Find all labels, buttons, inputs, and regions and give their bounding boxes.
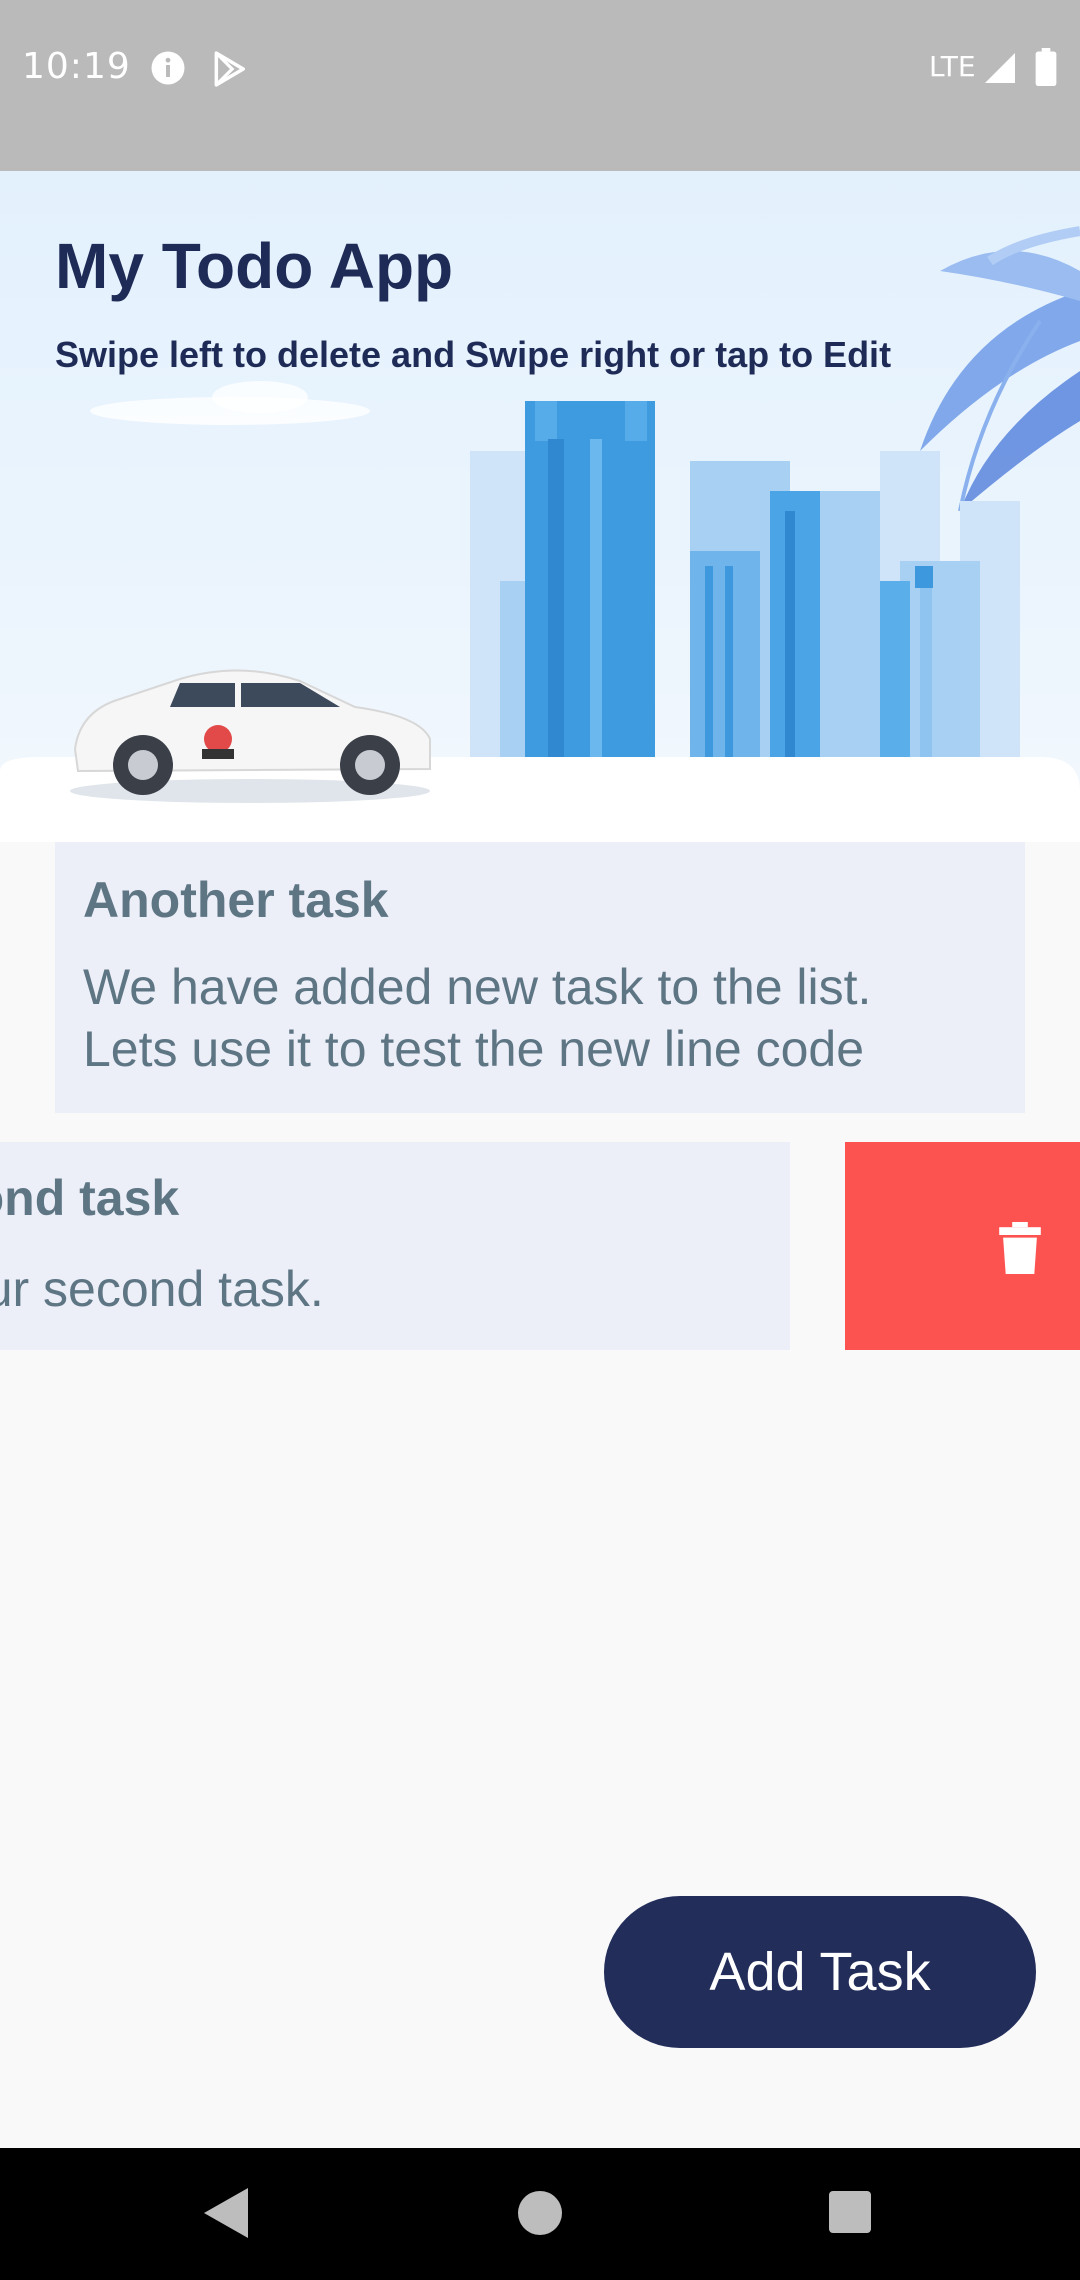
task-title: Another task [83,872,389,928]
status-bar: 10:19 LTE [0,0,1080,171]
task-description-line: s our second task. [0,1260,324,1317]
play-store-icon [214,51,245,87]
swipe-delete-background[interactable] [845,1142,1080,1350]
car-illustration [70,669,431,803]
status-time: 10:19 [22,46,131,87]
recents-icon[interactable] [829,2191,871,2233]
info-icon [151,51,185,85]
trash-icon [999,1222,1041,1274]
back-icon[interactable] [204,2188,248,2238]
task-description-line: Lets use it to test the new line code [83,1020,865,1077]
signal-icon [985,53,1015,83]
task-card-swiped[interactable]: econd task s our second task. [0,1142,790,1350]
task-title: econd task [0,1170,180,1226]
app-screen: 10:19 LTE My Todo App Swipe left to dele… [0,0,1080,2280]
navigation-bar [0,2148,1080,2280]
battery-icon [1035,48,1057,86]
app-title: My Todo App [55,230,454,302]
header-banner: My Todo App Swipe left to delete and Swi… [0,171,1080,842]
task-card[interactable]: Another task We have added new task to t… [55,842,1025,1113]
app-subtitle: Swipe left to delete and Swipe right or … [55,334,892,375]
add-task-button[interactable]: Add Task [604,1896,1036,2048]
network-type: LTE [929,50,976,83]
task-description-line: We have added new task to the list. [83,958,872,1015]
home-icon[interactable] [518,2191,562,2235]
